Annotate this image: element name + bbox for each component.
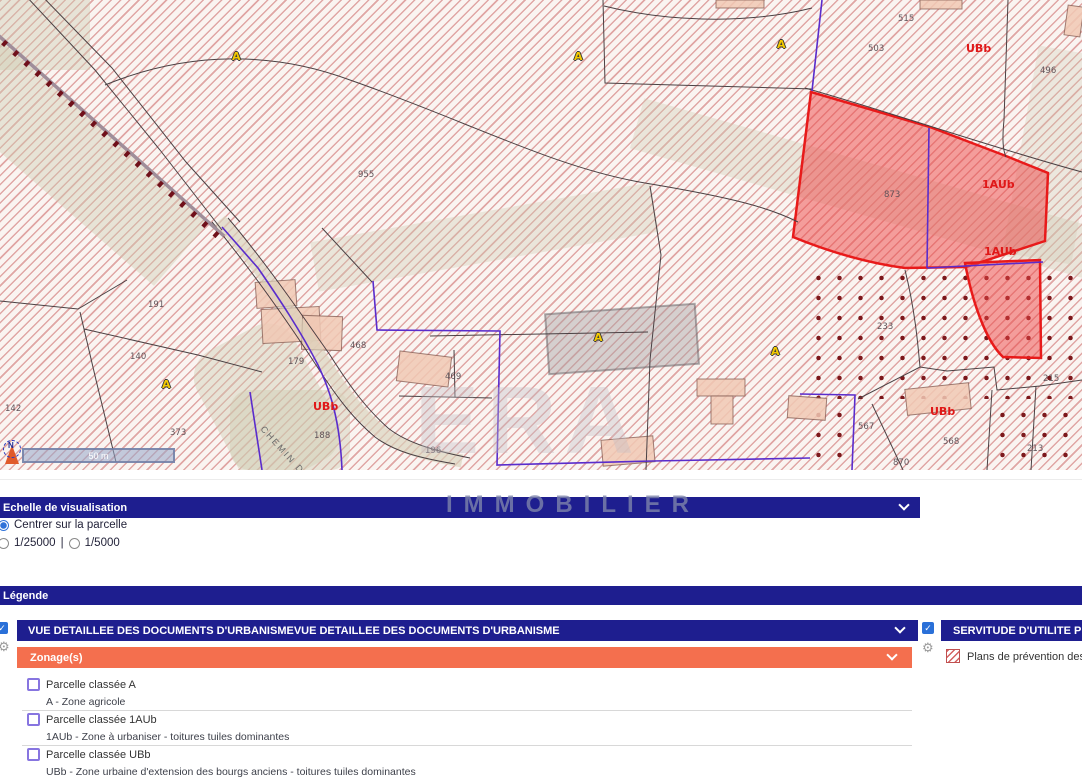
parcelle-1aub-description: 1AUb - Zone à urbaniser - toitures tuile… [46, 731, 289, 743]
zonage-section-title: Zonage(s) [30, 652, 83, 664]
map-label-468: 468 [350, 341, 366, 351]
urbanisme-layer-checkbox[interactable] [0, 622, 8, 634]
center-parcel-radio[interactable] [0, 520, 9, 531]
legend-title: Légende [3, 590, 48, 602]
center-parcel-option: Centrer sur la parcelle [0, 519, 127, 531]
parcelle-1aub-checkbox[interactable] [27, 713, 40, 726]
divider [22, 745, 912, 746]
legend-header[interactable]: Légende [0, 586, 1082, 605]
servitude-item-label: Plans de prévention des risqu [967, 651, 1082, 663]
map-label-503: 503 [868, 44, 884, 54]
map-label-UBb: UBb [930, 405, 955, 418]
scale-25000-radio[interactable] [0, 538, 9, 549]
map-label-955: 955 [358, 170, 374, 180]
scale-options: 1/25000 | 1/5000 [0, 537, 120, 549]
era-watermark: ERA [415, 366, 642, 470]
map-bottom-rule [0, 479, 1082, 480]
map-label-870: 870 [893, 458, 909, 468]
map-label-215: 215 [1043, 374, 1059, 384]
divider [22, 710, 912, 711]
map-scale-bar: 50 m [22, 448, 175, 463]
map-label-191: 191 [148, 300, 164, 310]
map-label-188: 188 [314, 431, 330, 441]
gear-icon[interactable]: ⚙ [922, 641, 934, 654]
map-label-213: 213 [1027, 444, 1043, 454]
center-parcel-label: Centrer sur la parcelle [14, 519, 127, 531]
urbanisme-section-title: VUE DETAILLEE DES DOCUMENTS D'URBANISMEV… [28, 625, 560, 637]
scale-5000-label: 1/5000 [85, 537, 120, 549]
map-label-140: 140 [130, 352, 146, 362]
chevron-down-icon[interactable] [894, 622, 905, 633]
gear-icon[interactable]: ⚙ [0, 640, 10, 653]
map-label-UBb: UBb [966, 42, 991, 55]
map-label-179: 179 [288, 357, 304, 367]
map-label-373: 373 [170, 428, 186, 438]
scale-separator: | [61, 537, 64, 549]
scale-25000-label: 1/25000 [14, 537, 56, 549]
map-label-567: 567 [858, 422, 874, 432]
map-label-1AUb: 1AUb [982, 178, 1015, 191]
parcelle-ubb-description: UBb - Zone urbaine d'extension des bourg… [46, 766, 416, 778]
cadastral-map[interactable]: A A A A A A UBb UBb UBb 1AUb 1AUb 873 955 503 515 496 19… [0, 0, 1082, 470]
scale-5000-radio[interactable] [69, 538, 80, 549]
parcelle-a-label: Parcelle classée A [46, 679, 136, 691]
map-label-142: 142 [5, 404, 21, 414]
scale-bar-label: 50 m [88, 451, 108, 461]
parcelle-1aub-label: Parcelle classée 1AUb [46, 714, 157, 726]
map-label-1AUb: 1AUb [984, 245, 1017, 258]
parcelle-ubb-label: Parcelle classée UBb [46, 749, 151, 761]
chevron-down-icon[interactable] [886, 649, 897, 660]
map-label-A: A [777, 38, 786, 51]
map-label-515: 515 [898, 14, 914, 24]
red-hatch-legend-icon [946, 649, 960, 663]
map-label-A: A [162, 378, 171, 391]
map-label-496: 496 [1040, 66, 1056, 76]
urbanisme-section-header[interactable]: VUE DETAILLEE DES DOCUMENTS D'URBANISMEV… [17, 620, 918, 641]
compass-north-label: N [8, 441, 14, 450]
zonage-section-header[interactable]: Zonage(s) [17, 647, 912, 668]
map-label-A: A [232, 50, 241, 63]
parcelle-a-description: A - Zone agricole [46, 696, 125, 708]
servitude-layer-checkbox[interactable] [922, 622, 934, 634]
map-label-A: A [594, 331, 603, 344]
map-label-873: 873 [884, 190, 900, 200]
immobilier-watermark: IMMOBILIER [446, 491, 700, 519]
map-label-UBb: UBb [313, 400, 338, 413]
scale-panel-title: Echelle de visualisation [3, 502, 127, 514]
parcelle-a-checkbox[interactable] [27, 678, 40, 691]
map-label-A: A [771, 345, 780, 358]
page: A A A A A A UBb UBb UBb 1AUb 1AUb 873 955 503 515 496 19… [0, 0, 1082, 781]
chevron-down-icon[interactable] [898, 499, 909, 510]
parcelle-ubb-checkbox[interactable] [27, 748, 40, 761]
servitude-section-header[interactable]: SERVITUDE D'UTILITE PUBLIQ [941, 620, 1082, 641]
map-label-568: 568 [943, 437, 959, 447]
servitude-section-title: SERVITUDE D'UTILITE PUBLIQ [953, 625, 1082, 637]
compass-icon: N [1, 440, 23, 466]
map-label-A: A [574, 50, 583, 63]
map-label-233: 233 [877, 322, 893, 332]
